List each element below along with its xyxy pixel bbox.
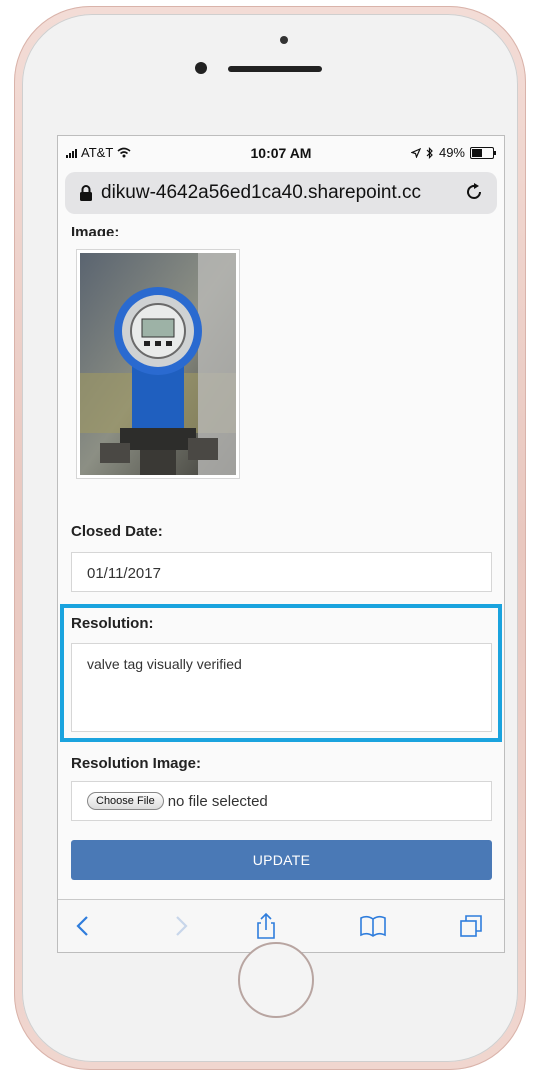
- status-indicators: 49%: [410, 145, 496, 160]
- status-bar: AT&T 10:07 AM 49%: [58, 136, 504, 168]
- battery-percent: 49%: [438, 145, 465, 160]
- bookmarks-icon[interactable]: [358, 912, 388, 940]
- update-button[interactable]: UPDATE: [71, 840, 492, 880]
- url-text: dikuw-4642a56ed1ca40.sharepoint.cc: [101, 182, 422, 203]
- choose-file-button[interactable]: Choose File: [87, 792, 164, 810]
- closed-date-label: Closed Date:: [71, 523, 163, 540]
- tabs-icon[interactable]: [456, 912, 486, 940]
- resolution-textarea[interactable]: valve tag visually verified: [71, 643, 492, 732]
- forward-arrow-icon[interactable]: [166, 912, 196, 940]
- earpiece-speaker: [228, 66, 322, 72]
- no-file-text: no file selected: [167, 792, 268, 810]
- proximity-sensor: [280, 36, 288, 44]
- back-arrow-icon[interactable]: [68, 912, 98, 940]
- home-button[interactable]: [238, 942, 314, 1018]
- lock-icon: [80, 185, 92, 201]
- resolution-image-label: Resolution Image:: [71, 755, 202, 772]
- resolution-label: Resolution:: [71, 615, 154, 632]
- bluetooth-icon: [426, 146, 433, 159]
- image-label: Image:: [71, 224, 120, 236]
- address-bar[interactable]: dikuw-4642a56ed1ca40.sharepoint.cc: [65, 172, 497, 214]
- location-arrow-icon: [410, 147, 421, 158]
- battery-icon: [470, 146, 496, 159]
- reload-icon[interactable]: [463, 181, 485, 203]
- closed-date-field[interactable]: 01/11/2017: [71, 552, 492, 592]
- front-camera: [195, 62, 207, 74]
- phone-screen: AT&T 10:07 AM 49% dikuw-4642a56ed1ca40.s…: [57, 135, 505, 953]
- transmitter-image: [80, 253, 236, 475]
- share-icon[interactable]: [251, 912, 281, 940]
- resolution-image-input: Choose File no file selected: [71, 781, 492, 821]
- issue-photo[interactable]: [76, 249, 240, 479]
